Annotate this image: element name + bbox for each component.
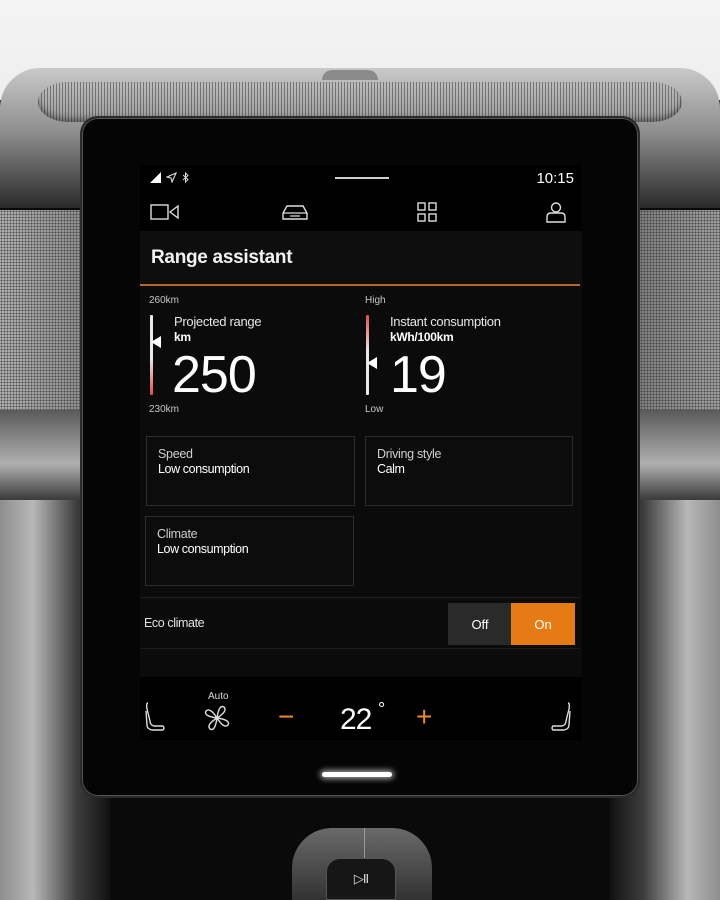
fan-auto-label: Auto: [208, 691, 229, 702]
temperature-value: 22: [340, 703, 372, 736]
consumption-low-label: Low: [365, 404, 384, 415]
passenger-seat-heat-button[interactable]: [550, 701, 572, 734]
eco-climate-off-button[interactable]: Off: [448, 603, 512, 645]
fan-icon: [204, 705, 230, 731]
temperature-degree: °: [378, 699, 386, 719]
seat-left-icon: [145, 702, 165, 731]
temp-decrease-button[interactable]: −: [278, 703, 294, 731]
consumption-marker-icon: [367, 357, 377, 369]
range-unit: km: [174, 330, 191, 344]
card-value: Low consumption: [157, 542, 249, 556]
eco-climate-label: Eco climate: [144, 616, 205, 630]
driving-style-card[interactable]: Driving style Calm: [365, 436, 573, 506]
consumption-value: 19: [390, 346, 447, 404]
range-scale-bar: [150, 315, 153, 395]
eco-climate-row: Eco climate Off On: [140, 597, 580, 649]
fan-button[interactable]: [202, 703, 232, 736]
clock: 10:15: [536, 170, 574, 187]
infotainment-screen: 10:15 Range assistant 260km Projected ra…: [140, 165, 582, 740]
consumption-unit: kWh/100km: [390, 330, 454, 344]
range-min-label: 230km: [149, 404, 180, 415]
location-arrow-icon: [166, 172, 177, 183]
driver-seat-heat-button[interactable]: [144, 701, 166, 734]
climate-bar: Auto − 22 ° +: [140, 677, 582, 740]
apps-grid-icon: [417, 202, 437, 222]
range-marker-icon: [151, 335, 161, 348]
status-bar: 10:15: [140, 165, 582, 193]
seat-right-icon: [551, 702, 571, 731]
bluetooth-icon: [182, 172, 189, 183]
range-max-label: 260km: [149, 295, 180, 306]
speaker-sensor: [322, 70, 378, 80]
consumption-label: Instant consumption: [390, 314, 501, 329]
signal-icon: [150, 172, 161, 183]
car-icon: [282, 205, 308, 220]
profile-icon: [546, 202, 566, 223]
header-divider: [140, 284, 580, 286]
temp-increase-button[interactable]: +: [416, 703, 432, 731]
card-title: Driving style: [377, 447, 442, 461]
range-value: 250: [172, 346, 257, 404]
range-label: Projected range: [174, 314, 262, 329]
consumption-high-label: High: [365, 295, 386, 306]
home-button-light[interactable]: [322, 772, 392, 777]
card-title: Speed: [158, 447, 193, 461]
nav-car-button[interactable]: [280, 199, 310, 225]
card-title: Climate: [157, 527, 198, 541]
media-play-pause-button[interactable]: ▷II: [326, 858, 396, 900]
climate-card[interactable]: Climate Low consumption: [145, 516, 354, 586]
nav-apps-button[interactable]: [412, 199, 442, 225]
instant-consumption-gauge: High Instant consumption kWh/100km 19 Lo…: [356, 293, 571, 418]
speed-card[interactable]: Speed Low consumption: [146, 436, 355, 506]
card-value: Calm: [377, 462, 405, 476]
notification-drawer-handle[interactable]: [335, 177, 389, 179]
page-header: Range assistant: [140, 231, 582, 285]
projected-range-gauge: 260km Projected range km 250 230km: [140, 293, 355, 418]
camera-icon: [150, 204, 179, 220]
card-value: Low consumption: [158, 462, 250, 476]
nav-profile-button[interactable]: [541, 199, 571, 225]
eco-climate-on-button[interactable]: On: [511, 603, 575, 645]
nav-camera-button[interactable]: [150, 199, 180, 225]
nav-bar: [140, 193, 582, 231]
page-title: Range assistant: [151, 247, 293, 268]
consumption-scale-bar: [366, 315, 369, 395]
